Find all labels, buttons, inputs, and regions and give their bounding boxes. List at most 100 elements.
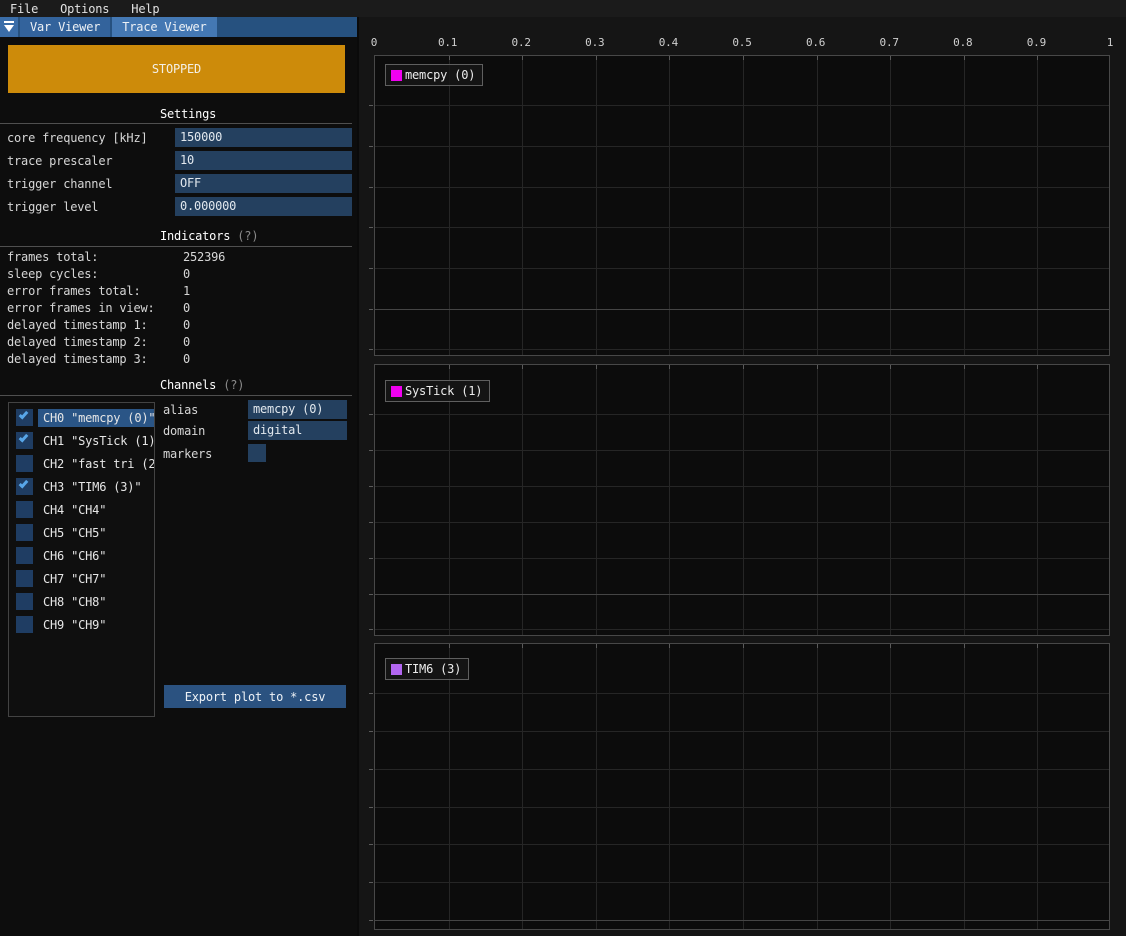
channel-label-ch8[interactable]: CH8 "CH8" [38,593,154,611]
menu-item-help[interactable]: Help [131,2,159,16]
x-tick-mark [596,644,597,648]
check-icon [19,432,29,442]
plot-legend-memcpy-0[interactable]: memcpy (0) [385,64,483,86]
channel-row-ch6[interactable]: CH6 "CH6" [9,545,154,567]
channel-checkbox-ch7[interactable] [16,570,33,587]
x-tick-mark [743,56,744,60]
trigger-channel-input[interactable]: OFF [175,174,352,193]
menu-item-file[interactable]: File [10,2,38,16]
h-gridline [375,882,1109,883]
indicator-error-frames-in-view-value: 0 [183,301,190,315]
channel-label-ch9[interactable]: CH9 "CH9" [38,616,154,634]
alias-label: alias [163,403,198,417]
domain-label: domain [163,424,205,438]
channel-row-ch2[interactable]: CH2 "fast tri (2 [9,453,154,475]
h-gridline [375,146,1109,147]
channel-label-ch2[interactable]: CH2 "fast tri (2 [38,455,154,473]
trigger-channel-label: trigger channel [7,177,112,191]
plot-systick-1[interactable]: SysTick (1) [374,364,1110,636]
legend-label: SysTick (1) [405,384,482,398]
y-tick-mark [369,558,373,559]
x-tick-mark [669,365,670,369]
y-tick-mark [369,807,373,808]
channel-row-ch4[interactable]: CH4 "CH4" [9,499,154,521]
channel-label-ch7[interactable]: CH7 "CH7" [38,570,154,588]
indicators-heading-text: Indicators [160,229,230,243]
x-axis-tick-0.8: 0.8 [953,36,972,49]
channel-checkbox-ch4[interactable] [16,501,33,518]
plot-legend-systick-1[interactable]: SysTick (1) [385,380,490,402]
channels-help-icon[interactable]: (?) [223,378,244,392]
trace-prescaler-label: trace prescaler [7,154,112,168]
v-gridline [596,56,597,355]
plot-memcpy-0[interactable]: memcpy (0) [374,55,1110,356]
x-tick-mark [522,56,523,60]
menu-item-options[interactable]: Options [60,2,109,16]
acquisition-status-button[interactable]: STOPPED [8,45,345,93]
channel-row-ch9[interactable]: CH9 "CH9" [9,614,154,636]
channel-label-ch3[interactable]: CH3 "TIM6 (3)" [38,478,154,496]
channel-checkbox-ch5[interactable] [16,524,33,541]
x-axis-tick-0.1: 0.1 [438,36,457,49]
channel-label-ch4[interactable]: CH4 "CH4" [38,501,154,519]
x-tick-mark [890,644,891,648]
channel-listbox[interactable]: CH0 "memcpy (0)" CH1 "SysTick (1) CH2 "fas… [8,402,155,717]
channel-checkbox-ch1[interactable] [16,432,33,449]
h-gridline [375,731,1109,732]
trace-prescaler-input[interactable]: 10 [175,151,352,170]
tab-trace-viewer[interactable]: Trace Viewer [112,17,216,37]
channel-label-ch6[interactable]: CH6 "CH6" [38,547,154,565]
plot-legend-tim6-3[interactable]: TIM6 (3) [385,658,469,680]
core-frequency-khz-input[interactable]: 150000 [175,128,352,147]
collapse-arrow-icon[interactable] [0,17,18,37]
x-tick-mark [890,56,891,60]
x-axis-tick-0.5: 0.5 [732,36,751,49]
indicator-delayed-timestamp-1-label: delayed timestamp 1: [7,318,148,332]
channel-checkbox-ch3[interactable] [16,478,33,495]
channel-row-ch8[interactable]: CH8 "CH8" [9,591,154,613]
indicator-frames-total-label: frames total: [7,250,98,264]
tab-bar: Var ViewerTrace Viewer [0,17,357,37]
channel-row-ch7[interactable]: CH7 "CH7" [9,568,154,590]
trigger-level-label: trigger level [7,200,98,214]
indicators-help-icon[interactable]: (?) [237,229,258,243]
channel-row-ch3[interactable]: CH3 "TIM6 (3)" [9,476,154,498]
indicators-separator [0,246,352,247]
x-tick-mark [449,56,450,60]
x-tick-mark [449,644,450,648]
control-panel: Var ViewerTrace Viewer STOPPED Settings … [0,17,357,936]
trigger-level-input[interactable]: 0.000000 [175,197,352,216]
settings-heading: Settings [160,107,216,121]
channel-checkbox-ch6[interactable] [16,547,33,564]
channel-checkbox-ch0[interactable] [16,409,33,426]
y-tick-mark [369,769,373,770]
alias-input[interactable]: memcpy (0) [248,400,347,419]
domain-input[interactable]: digital [248,421,347,440]
v-gridline [890,56,891,355]
legend-color-swatch [391,664,402,675]
y-tick-mark [369,731,373,732]
channel-label-ch5[interactable]: CH5 "CH5" [38,524,154,542]
channel-checkbox-ch2[interactable] [16,455,33,472]
x-tick-mark [964,644,965,648]
plot-tim6-3[interactable]: TIM6 (3) [374,643,1110,930]
export-csv-button[interactable]: Export plot to *.csv [164,685,346,708]
channel-row-ch1[interactable]: CH1 "SysTick (1) [9,430,154,452]
channel-row-ch0[interactable]: CH0 "memcpy (0)" [9,407,154,429]
y-tick-mark [369,920,373,921]
y-tick-mark [369,594,373,595]
indicators-heading: Indicators (?) [160,229,258,243]
markers-checkbox[interactable] [248,444,266,462]
tab-var-viewer[interactable]: Var Viewer [20,17,110,37]
y-tick-mark [369,268,373,269]
channel-row-ch5[interactable]: CH5 "CH5" [9,522,154,544]
check-icon [19,409,29,419]
channel-label-ch1[interactable]: CH1 "SysTick (1) [38,432,154,450]
h-gridline [375,522,1109,523]
x-axis-tick-0.9: 0.9 [1027,36,1046,49]
channel-label-ch0[interactable]: CH0 "memcpy (0)" [38,409,154,427]
channel-checkbox-ch8[interactable] [16,593,33,610]
y-tick-mark [369,105,373,106]
collapse-arrow-bar [4,21,14,23]
channel-checkbox-ch9[interactable] [16,616,33,633]
